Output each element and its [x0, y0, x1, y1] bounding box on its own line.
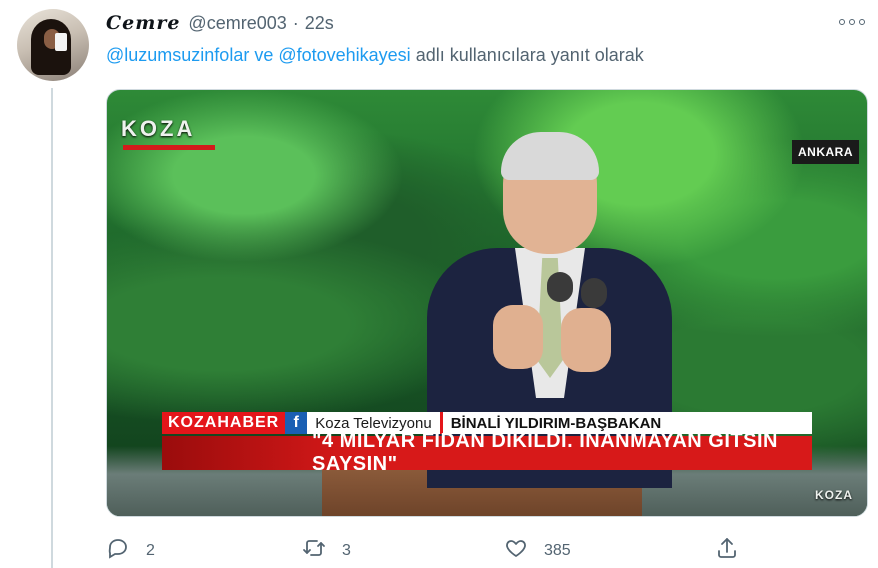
reply-count: 2	[146, 541, 155, 559]
speaker-hand	[561, 308, 611, 372]
corner-logo: KOZA	[815, 488, 853, 502]
more-dot	[849, 19, 855, 25]
like-button[interactable]: 385	[504, 536, 571, 565]
reply-icon	[106, 536, 130, 565]
reply-button[interactable]: 2	[106, 536, 155, 565]
user-handle[interactable]: @cemre003	[188, 13, 286, 34]
channel-logo-bar	[123, 145, 215, 150]
speaker-hair	[501, 132, 599, 180]
reply-conjunction: ve	[249, 45, 279, 65]
channel-logo-text: KOZA	[121, 116, 196, 141]
tweet-video[interactable]: KOZA ANKARA KOZAHABER f Koza Televizyonu…	[106, 89, 868, 517]
tweet-time[interactable]: 22s	[305, 13, 334, 34]
separator-dot: ·	[292, 13, 299, 33]
reply-context: @luzumsuzinfolar ve @fotovehikayesi adlı…	[106, 45, 644, 66]
tweet-actions: 2 3 385	[106, 536, 746, 562]
microphone	[547, 272, 573, 302]
share-icon	[715, 536, 739, 565]
mention-link[interactable]: @luzumsuzinfolar	[106, 45, 249, 65]
mention-link[interactable]: @fotovehikayesi	[278, 45, 410, 65]
like-count: 385	[544, 541, 571, 559]
tweet-header: Cemre @cemre003 · 22s	[106, 12, 334, 36]
avatar-phone	[55, 33, 67, 51]
lower-third-brand: KOZAHABER	[162, 412, 286, 434]
more-icon[interactable]	[839, 14, 865, 30]
location-tag: ANKARA	[792, 140, 859, 164]
more-dot	[839, 19, 845, 25]
reply-suffix: adlı kullanıcılara yanıt olarak	[410, 45, 644, 65]
share-button[interactable]	[715, 536, 739, 565]
facebook-icon: f	[285, 412, 308, 434]
avatar[interactable]	[17, 9, 89, 81]
thread-line	[51, 88, 53, 568]
retweet-icon	[302, 536, 326, 565]
lower-third: KOZAHABER f Koza Televizyonu BİNALİ YILD…	[162, 412, 812, 475]
speaker-hand	[493, 305, 543, 369]
lower-third-quote: "4 MİLYAR FİDAN DİKİLDİ. İNANMAYAN GİTSİ…	[162, 430, 812, 475]
channel-logo: KOZA	[121, 114, 215, 150]
retweet-count: 3	[342, 541, 351, 559]
display-name[interactable]: Cemre	[106, 12, 180, 34]
microphone	[581, 278, 607, 308]
like-icon	[504, 536, 528, 565]
retweet-button[interactable]: 3	[302, 536, 351, 565]
more-dot	[859, 19, 865, 25]
